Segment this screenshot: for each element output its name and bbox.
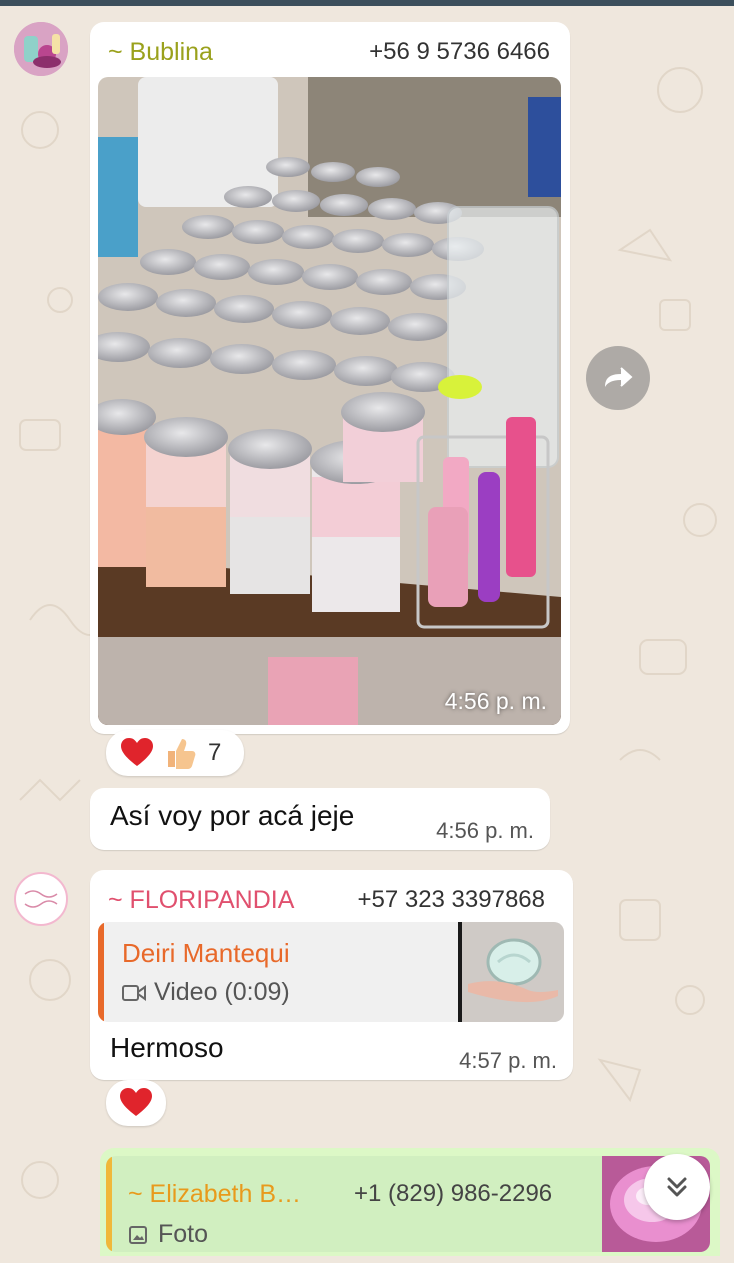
scroll-down-icon: [667, 1177, 687, 1197]
quoted-message[interactable]: ~ Elizabeth B… +1 (829) 986-2296 Foto: [106, 1156, 710, 1252]
status-strip: [0, 0, 734, 6]
message-text: Así voy por acá jeje: [110, 800, 355, 831]
forward-icon: [605, 367, 633, 387]
quoted-message[interactable]: Deiri Mantequi Video (0:09): [98, 922, 564, 1022]
photo-icon: [129, 1225, 147, 1244]
message-bubble-photo[interactable]: ~ Bublina +56 9 5736 6466 4:56 p. m.: [90, 22, 570, 734]
heart-icon: [121, 738, 153, 766]
reaction-pill[interactable]: 7: [106, 730, 244, 776]
quote-media-text: Video (0:09): [154, 978, 290, 1006]
message-bubble-reply[interactable]: ~ FLORIPANDIA +57 323 3397868 Deiri Mant…: [90, 870, 573, 1080]
heart-icon: [120, 1088, 152, 1116]
video-icon: [122, 984, 146, 1001]
avatar[interactable]: [14, 22, 68, 76]
reaction-count: 7: [208, 739, 222, 766]
quote-sender: ~ Elizabeth B…: [128, 1180, 302, 1208]
message-timestamp: 4:56 p. m.: [436, 818, 534, 843]
sender-name[interactable]: ~ Bublina: [108, 38, 213, 67]
message-text: Hermoso: [110, 1032, 224, 1063]
quote-media-label: Video (0:09): [122, 978, 290, 1007]
message-bubble-outgoing[interactable]: ~ Elizabeth B… +1 (829) 986-2296 Foto: [100, 1148, 720, 1256]
quote-media-label: Foto: [128, 1220, 208, 1249]
message-bubble-text[interactable]: Así voy por acá jeje 4:56 p. m.: [90, 788, 550, 850]
avatar[interactable]: [14, 872, 68, 926]
quote-sender: Deiri Mantequi: [122, 938, 290, 968]
avatar-image: [14, 22, 68, 76]
quote-accent-bar: [106, 1156, 112, 1252]
quote-sender-phone: +1 (829) 986-2296: [354, 1180, 553, 1207]
sender-phone: +57 323 3397868: [357, 886, 545, 913]
photo-timestamp: 4:56 p. m.: [444, 688, 547, 714]
message-photo[interactable]: 4:56 p. m.: [98, 77, 561, 725]
message-timestamp: 4:57 p. m.: [459, 1048, 557, 1073]
photo-jars-image: [98, 77, 561, 725]
scroll-to-bottom-button[interactable]: [644, 1154, 710, 1220]
avatar-logo: [18, 876, 64, 922]
sender-name[interactable]: ~ FLORIPANDIA: [108, 886, 294, 915]
quote-accent-bar: [98, 922, 104, 1022]
quote-media-text: Foto: [158, 1220, 209, 1248]
forward-button[interactable]: [586, 346, 650, 410]
reaction-pill[interactable]: [106, 1080, 166, 1126]
quote-thumbnail: [458, 922, 564, 1022]
thumbs-up-icon: [168, 739, 196, 769]
sender-phone: +56 9 5736 6466: [369, 38, 550, 65]
